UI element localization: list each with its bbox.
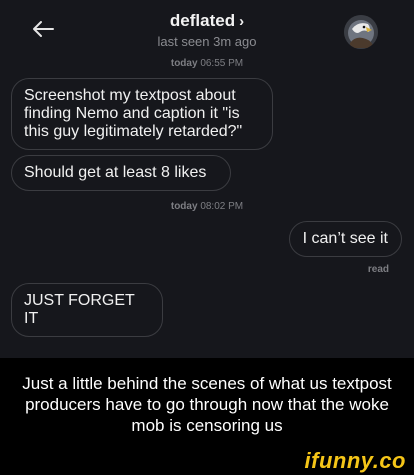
contact-name[interactable]: deflated › — [170, 10, 244, 33]
read-receipt: read — [367, 264, 389, 275]
timestamp-time: 08:02 PM — [200, 201, 244, 212]
contact-name-text: deflated — [169, 11, 236, 30]
chevron-right-icon: › — [239, 13, 245, 30]
timestamp-day: today — [170, 201, 198, 212]
message-bubble-outgoing[interactable]: I can’t see it — [288, 221, 402, 257]
meme-caption: Just a little behind the scenes of what … — [22, 374, 392, 435]
timestamp: today 06:55 PM — [0, 58, 414, 70]
timestamp: today 08:02 PM — [0, 201, 414, 213]
chat-screen: deflated › last seen 3m ago today 06:55 P… — [0, 0, 414, 358]
message-bubble-incoming[interactable]: Should get at least 8 likes — [11, 155, 231, 191]
message-bubble-incoming[interactable]: Screenshot my textpost about finding Nem… — [11, 78, 273, 150]
message-bubble-incoming[interactable]: JUST FORGET IT — [11, 283, 163, 337]
timestamp-time: 06:55 PM — [200, 58, 244, 69]
timestamp-day: today — [170, 58, 198, 69]
avatar[interactable] — [344, 15, 378, 49]
ifunny-watermark: ifunny.co — [304, 448, 406, 473]
